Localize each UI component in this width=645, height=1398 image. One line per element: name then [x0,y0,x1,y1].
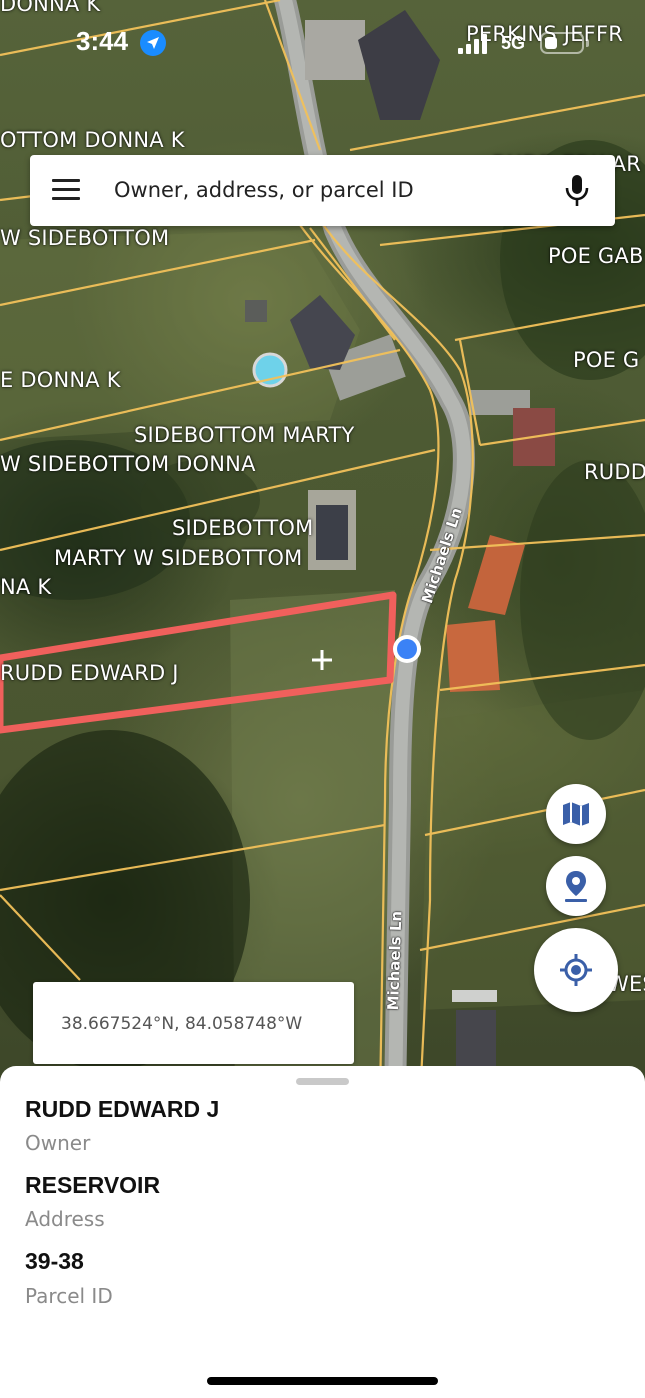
tree-area [520,460,645,740]
map-layers-button[interactable] [546,784,606,844]
parcel-id-value: 39-38 [25,1248,84,1274]
road-label: Michaels Ln [384,910,406,1011]
address-value: RESERVOIR [25,1172,161,1198]
structure-roof [316,505,348,560]
parcel-owner-label: POE GAB [548,244,644,268]
parcel-owner-label: E DONNA K [0,368,121,392]
parcel-details-sheet[interactable]: RUDD EDWARD J Owner RESERVOIR Address 39… [0,1066,645,1398]
parcel-owner-label: OTTOM DONNA K [0,128,185,152]
shed [245,300,267,322]
house-roof [446,620,500,692]
parcel-owner-label: DONNA K [0,0,101,16]
home-indicator[interactable] [207,1377,438,1385]
vehicle [452,990,497,1002]
house-roof [456,1010,496,1070]
network-type: 5G [501,33,526,53]
drop-pin-button[interactable] [546,856,606,916]
parcel-owner-label: NA K [0,575,52,599]
map-layers-icon [563,802,589,826]
parcel-owner-label: W SIDEBOTTOM DONNA [0,452,256,476]
driveway [305,20,365,80]
search-bar [30,155,615,226]
my-location-button[interactable] [534,928,618,1012]
current-location-dot-inner [397,639,417,659]
drop-pin-icon [565,871,587,902]
microphone-icon[interactable] [562,173,592,209]
sheet-drag-handle[interactable] [296,1078,349,1085]
my-location-icon [560,954,592,986]
menu-icon[interactable] [52,179,82,203]
parcel-id-label: Parcel ID [25,1284,113,1308]
selected-parcel-owner-label: RUDD EDWARD J [0,661,179,685]
search-input[interactable] [114,169,544,211]
parcel-owner-label: W SIDEBOTTOM [0,226,170,250]
owner-label: Owner [25,1131,91,1155]
house-roof [358,10,440,120]
coordinates-text: 38.667524°N, 84.058748°W [61,1014,303,1034]
parcel-owner-label: POE G [573,348,640,372]
battery-level [545,37,557,49]
signal-bars-icon [458,34,487,54]
parcel-owner-label: MARTY W SIDEBOTTOM [54,546,303,570]
parcel-owner-label: SIDEBOTTOM [172,516,314,540]
location-arrow-icon [140,30,166,56]
battery-nub [586,39,589,47]
status-bar-time: 3:44 [76,26,129,56]
parcel-owner-label: RUDD [584,460,645,484]
parcel-owner-label: SIDEBOTTOM MARTY [134,423,355,447]
owner-value: RUDD EDWARD J [25,1096,220,1122]
address-label: Address [25,1207,105,1231]
battery-icon [540,32,584,54]
coordinates-box[interactable]: 38.667524°N, 84.058748°W [33,982,354,1064]
